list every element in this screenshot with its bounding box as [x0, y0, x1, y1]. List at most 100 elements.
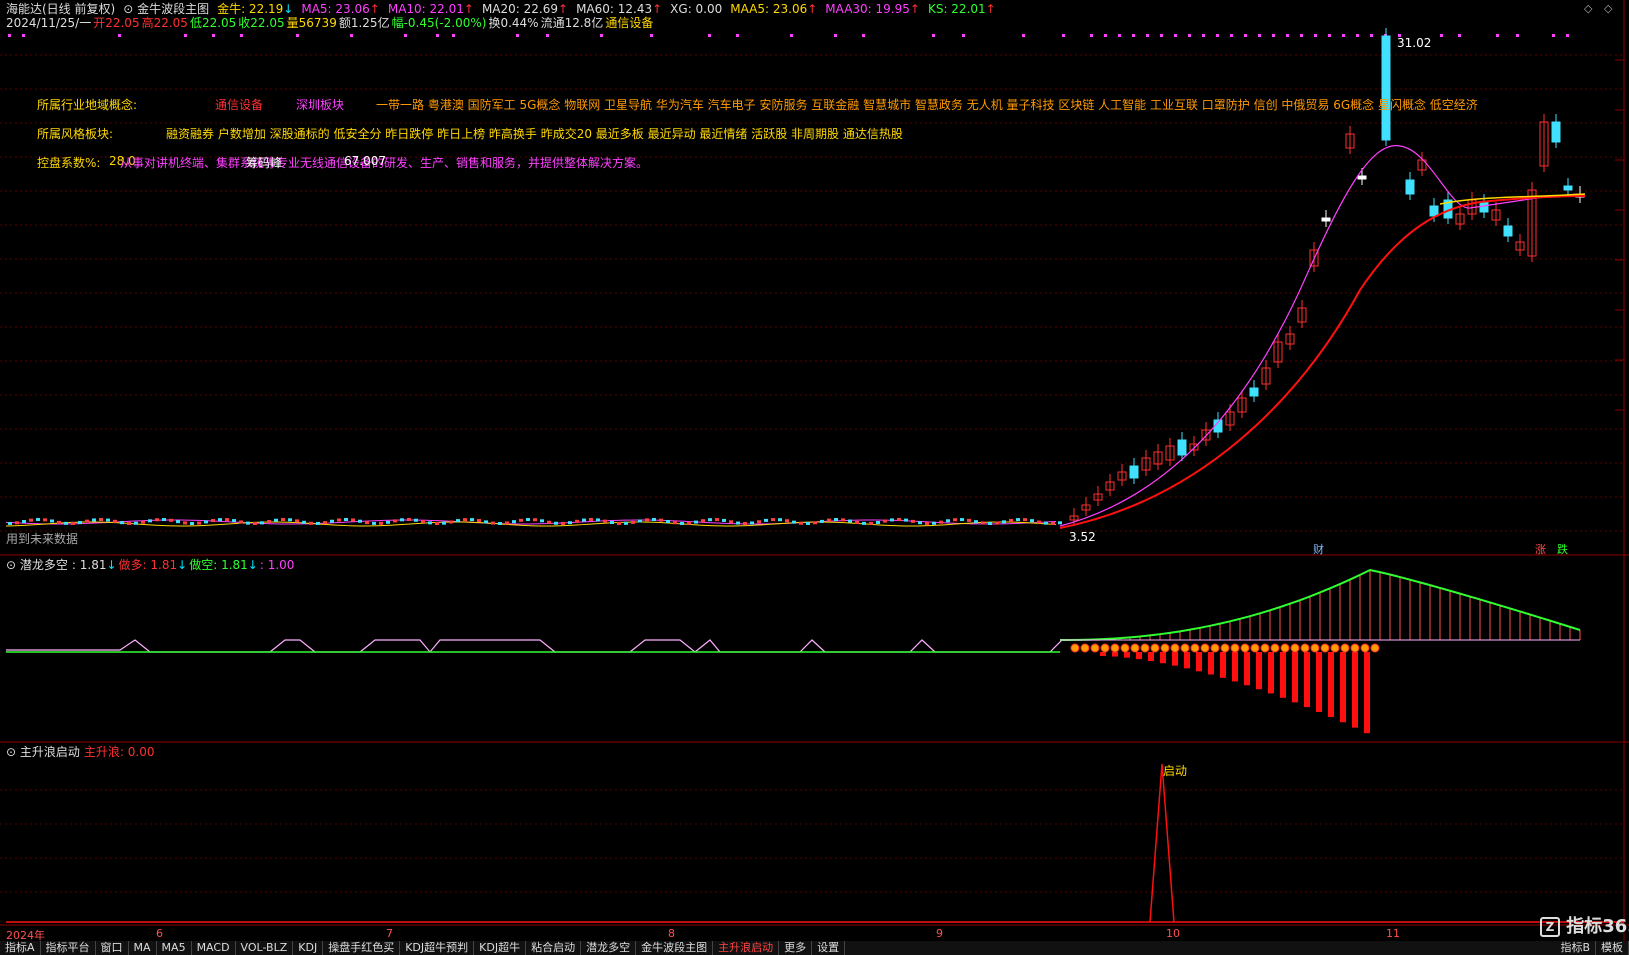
dot: [932, 34, 935, 37]
down-bar: [1208, 652, 1214, 675]
panel2-long: 做多: 1.81↓: [118, 558, 188, 572]
stock-title[interactable]: 海能达(日线 前复权): [6, 2, 115, 16]
flat-candle: [267, 520, 271, 524]
limit-down-marker[interactable]: 跌: [1557, 541, 1568, 557]
dot: [790, 34, 793, 37]
flat-candle: [449, 520, 453, 524]
flat-candle: [904, 518, 908, 522]
flat-candle: [820, 519, 824, 523]
down-bar: [1124, 652, 1130, 658]
flat-candle: [575, 519, 579, 523]
flat-candle: [694, 520, 698, 524]
tab-5[interactable]: MACD: [192, 941, 236, 955]
right-tab-0[interactable]: 指标B: [1555, 941, 1596, 955]
flat-candle: [855, 520, 859, 524]
tab-4[interactable]: MA5: [157, 941, 192, 955]
industry-tag-1[interactable]: 通信设备: [215, 96, 263, 113]
window-menu-icon[interactable]: ◇: [1604, 2, 1612, 15]
dot: [212, 34, 215, 37]
flat-candle: [561, 521, 565, 525]
industry-tag-2[interactable]: 深圳板块: [296, 96, 344, 113]
tab-6[interactable]: VOL-BLZ: [236, 941, 294, 955]
dot: [1216, 34, 1219, 37]
flat-candle: [491, 521, 495, 525]
x-label-2: 7: [386, 927, 393, 940]
dot: [350, 34, 353, 37]
flat-candle: [722, 518, 726, 522]
flat-candle: [358, 519, 362, 523]
limit-up-marker[interactable]: 涨: [1535, 541, 1546, 557]
flat-candle: [337, 518, 341, 522]
dot-marker: [1140, 643, 1150, 653]
flat-candle: [15, 521, 19, 525]
candle: [1429, 205, 1439, 217]
tab-8[interactable]: 操盘手红色买: [323, 941, 401, 955]
qianlong-bars: [6, 568, 1581, 734]
launch-spike: [1149, 763, 1175, 923]
flat-candle: [386, 520, 390, 524]
dot: [240, 34, 243, 37]
tab-14[interactable]: 主升浪启动: [713, 941, 780, 955]
style-list: 融资融券 户数增加 深股通标的 低安全分 昨日跌停 昨日上榜 昨高换手 昨成交2…: [166, 127, 903, 141]
tab-11[interactable]: 粘合启动: [526, 941, 582, 955]
collapse-icon[interactable]: ◇: [1584, 2, 1592, 15]
flat-candle: [792, 520, 796, 524]
panel2-header: ⊙ 潜龙多空 : 1.81↓ 做多: 1.81↓ 做空: 1.81↓ : 1.0…: [6, 558, 302, 572]
candle: [1249, 387, 1259, 397]
flat-candle: [113, 519, 117, 523]
flat-candle: [932, 521, 936, 525]
grid-lines: [0, 54, 1624, 893]
tab-10[interactable]: KDJ超牛: [474, 941, 527, 955]
down-bar: [1280, 652, 1286, 698]
down-bar: [1316, 652, 1322, 712]
flat-candle: [1016, 518, 1020, 522]
header-indicator-5: XG: 0.00: [670, 2, 723, 16]
flat-candle: [442, 521, 446, 525]
tab-1[interactable]: 指标平台: [41, 941, 96, 955]
flat-candle: [519, 518, 523, 522]
flat-candle: [876, 520, 880, 524]
flat-candle: [176, 520, 180, 524]
flat-candle: [981, 521, 985, 525]
flat-candle: [708, 518, 712, 522]
down-bar: [1136, 652, 1142, 660]
tab-16[interactable]: 设置: [812, 941, 846, 955]
flat-candle: [582, 518, 586, 522]
panel3-title[interactable]: ⊙ 主升浪启动: [6, 745, 80, 759]
down-bar: [1232, 652, 1238, 682]
header-indicator-7: MAA30: 19.95↑: [825, 2, 920, 16]
dot: [1202, 34, 1205, 37]
indicator-name[interactable]: ⊙ 金牛波段主图: [123, 2, 209, 16]
dot-marker: [1130, 643, 1140, 653]
flat-candle: [78, 521, 82, 525]
right-tab-1[interactable]: 模板: [1596, 941, 1629, 955]
flat-candle: [260, 521, 264, 525]
dot-marker: [1330, 643, 1340, 653]
dot: [1062, 34, 1065, 37]
flat-candle: [470, 518, 474, 522]
dot: [1328, 34, 1331, 37]
flat-candle: [967, 518, 971, 522]
dot-marker: [1300, 643, 1310, 653]
flat-candle: [827, 518, 831, 522]
flat-candle: [540, 519, 544, 523]
tab-9[interactable]: KDJ超牛预判: [400, 941, 475, 955]
tab-13[interactable]: 金牛波段主图: [636, 941, 714, 955]
finance-marker[interactable]: 财: [1313, 541, 1324, 557]
dot-marker: [1150, 643, 1160, 653]
tab-15[interactable]: 更多: [779, 941, 813, 955]
dot-marker: [1210, 643, 1220, 653]
quote-date: 2024/11/25/一: [6, 16, 92, 30]
tab-3[interactable]: MA: [129, 941, 157, 955]
down-bar: [1184, 652, 1190, 669]
tab-2[interactable]: 窗口: [96, 941, 129, 955]
flat-candle: [365, 521, 369, 525]
flat-candle: [400, 518, 404, 522]
tab-0[interactable]: 指标A: [0, 941, 41, 955]
flat-candle: [43, 518, 47, 522]
panel2-title[interactable]: ⊙ 潜龙多空: [6, 558, 68, 572]
tab-12[interactable]: 潜龙多空: [581, 941, 637, 955]
tab-7[interactable]: KDJ: [293, 941, 324, 955]
ma-line-red: [1059, 195, 1586, 529]
launch-signal-label: 启动: [1163, 764, 1188, 778]
